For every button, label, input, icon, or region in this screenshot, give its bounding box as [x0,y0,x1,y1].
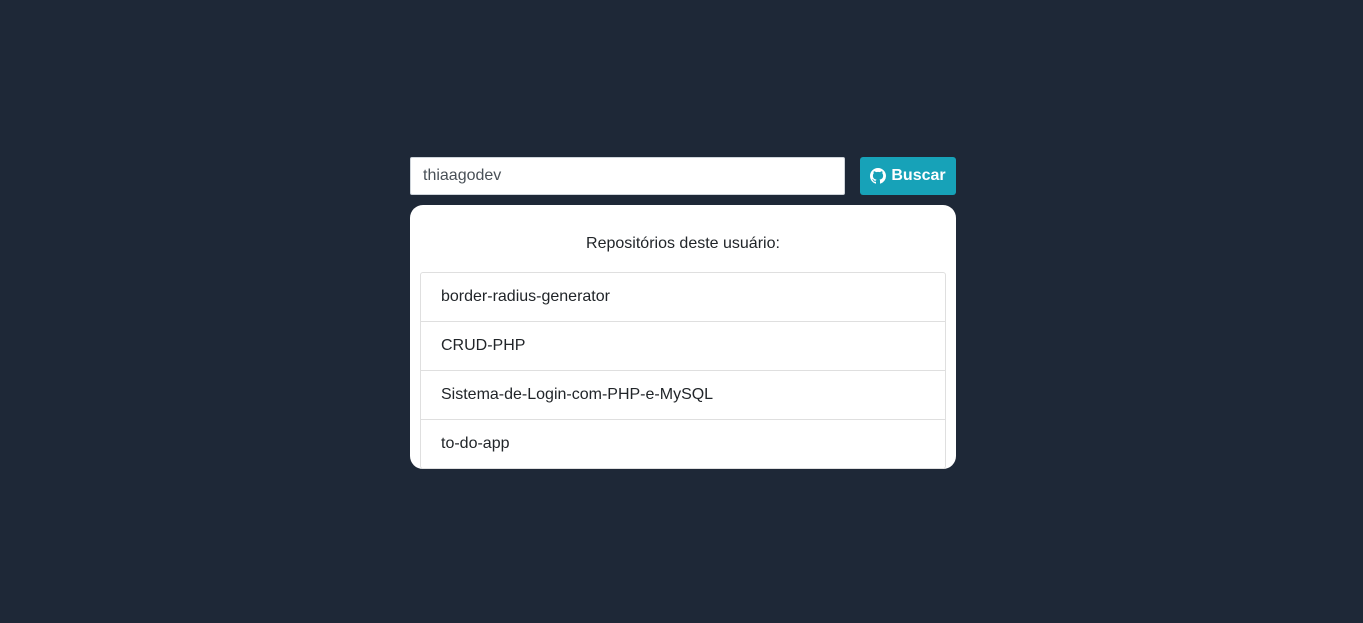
repository-item[interactable]: Sistema-de-Login-com-PHP-e-MySQL [421,371,945,420]
repository-item[interactable]: CRUD-PHP [421,322,945,371]
repository-item[interactable]: border-radius-generator [421,273,945,322]
search-button[interactable]: Buscar [860,157,956,195]
search-bar: Buscar [410,157,956,195]
repositories-card: Repositórios deste usuário: border-radiu… [410,205,956,469]
repository-list: border-radius-generator CRUD-PHP Sistema… [420,272,946,469]
repositories-title: Repositórios deste usuário: [586,235,780,252]
username-search-input[interactable] [410,157,845,195]
github-icon [870,168,887,184]
search-button-label: Buscar [891,167,946,184]
repository-item[interactable]: to-do-app [421,420,945,468]
